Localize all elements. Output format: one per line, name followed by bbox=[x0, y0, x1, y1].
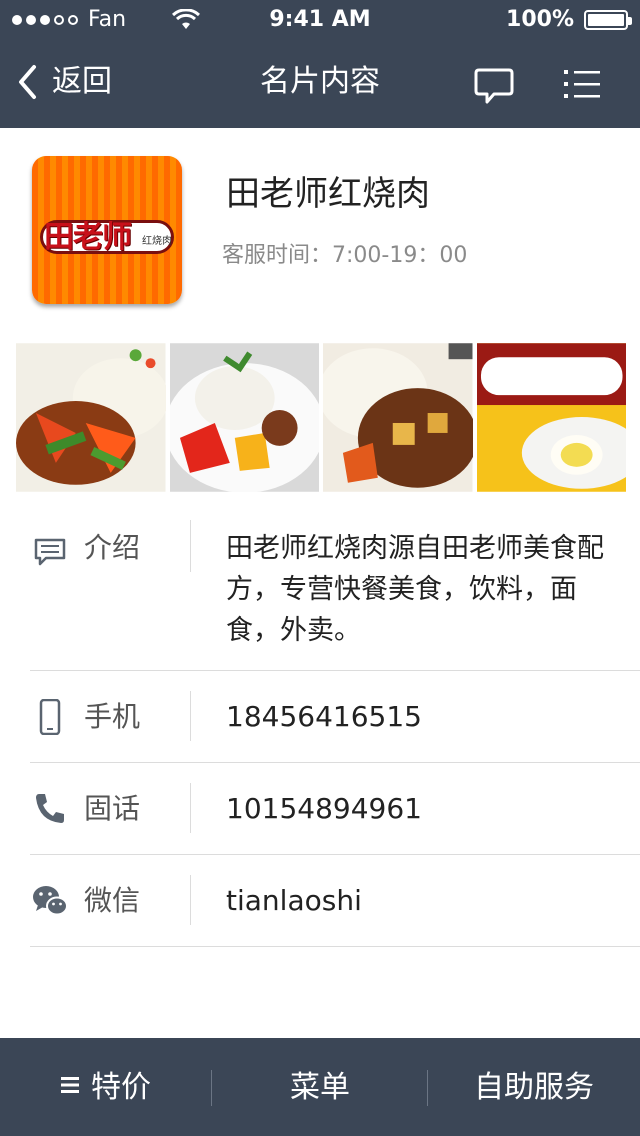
battery-percent: 100% bbox=[506, 7, 574, 32]
wechat-row[interactable]: 微信 tianlaoshi bbox=[30, 855, 640, 947]
logo-subtext: 红烧肉 bbox=[142, 236, 172, 247]
photo-strip bbox=[16, 343, 626, 492]
chat-bubble-icon[interactable] bbox=[474, 66, 514, 106]
status-bar: Fan 9:41 AM 100% bbox=[0, 0, 640, 40]
message-lines-icon bbox=[34, 538, 66, 566]
tab-menu-label: 菜单 bbox=[290, 1070, 350, 1105]
contact-info-list: 介绍 田老师红烧肉源自田老师美食配方，专营快餐美食，饮料，面食，外卖。 手机 1… bbox=[0, 492, 640, 947]
intro-label: 介绍 bbox=[84, 531, 141, 564]
food-photo-icon bbox=[476, 343, 626, 492]
page-title: 名片内容 bbox=[260, 64, 380, 99]
dish-photo-4[interactable] bbox=[476, 343, 626, 492]
service-hours: 客服时间：7:00-19：00 bbox=[222, 243, 468, 268]
list-menu-icon[interactable] bbox=[564, 68, 600, 100]
mobile-label: 手机 bbox=[84, 700, 141, 733]
navigation-bar: 返回 名片内容 bbox=[0, 40, 640, 128]
tab-self-service[interactable]: 自助服务 bbox=[428, 1068, 640, 1108]
food-photo-icon bbox=[169, 343, 319, 492]
intro-row: 介绍 田老师红烧肉源自田老师美食配方，专营快餐美食，饮料，面食，外卖。 bbox=[30, 492, 640, 671]
mobile-row[interactable]: 手机 18456416515 bbox=[30, 671, 640, 763]
shop-name: 田老师红烧肉 bbox=[226, 174, 430, 214]
top-header: Fan 9:41 AM 100% 返回 名片内容 bbox=[0, 0, 640, 128]
food-photo-icon bbox=[16, 343, 166, 492]
hamburger-icon bbox=[61, 1077, 79, 1093]
status-right: 100% bbox=[506, 6, 632, 34]
dish-photo-3[interactable] bbox=[323, 343, 473, 492]
tab-special-label: 特价 bbox=[91, 1070, 151, 1105]
dish-photo-2[interactable] bbox=[169, 343, 319, 492]
intro-text: 田老师红烧肉源自田老师美食配方，专营快餐美食，饮料，面食，外卖。 bbox=[226, 533, 604, 646]
wechat-id[interactable]: tianlaoshi bbox=[226, 881, 362, 921]
landline-row[interactable]: 固话 10154894961 bbox=[30, 763, 640, 855]
tab-special[interactable]: 特价 bbox=[0, 1068, 212, 1108]
landline-label: 固话 bbox=[84, 792, 141, 825]
profile-header: 田老师 红烧肉 田老师红烧肉 客服时间：7:00-19：00 bbox=[0, 128, 640, 338]
tab-self-service-label: 自助服务 bbox=[474, 1070, 594, 1105]
tab-menu[interactable]: 菜单 bbox=[212, 1068, 428, 1108]
mobile-phone-icon bbox=[39, 699, 61, 735]
bottom-tab-bar: 特价 菜单 自助服务 bbox=[0, 1038, 640, 1136]
shop-logo: 田老师 红烧肉 bbox=[32, 156, 182, 304]
battery-icon bbox=[584, 10, 632, 30]
mobile-number[interactable]: 18456416515 bbox=[226, 697, 422, 737]
logo-text: 田老师 bbox=[44, 220, 132, 255]
wechat-icon bbox=[33, 886, 68, 916]
food-photo-icon bbox=[323, 343, 473, 492]
landline-number[interactable]: 10154894961 bbox=[226, 789, 422, 829]
wechat-label: 微信 bbox=[84, 884, 141, 917]
dish-photo-1[interactable] bbox=[16, 343, 166, 492]
telephone-handset-icon bbox=[36, 794, 64, 823]
